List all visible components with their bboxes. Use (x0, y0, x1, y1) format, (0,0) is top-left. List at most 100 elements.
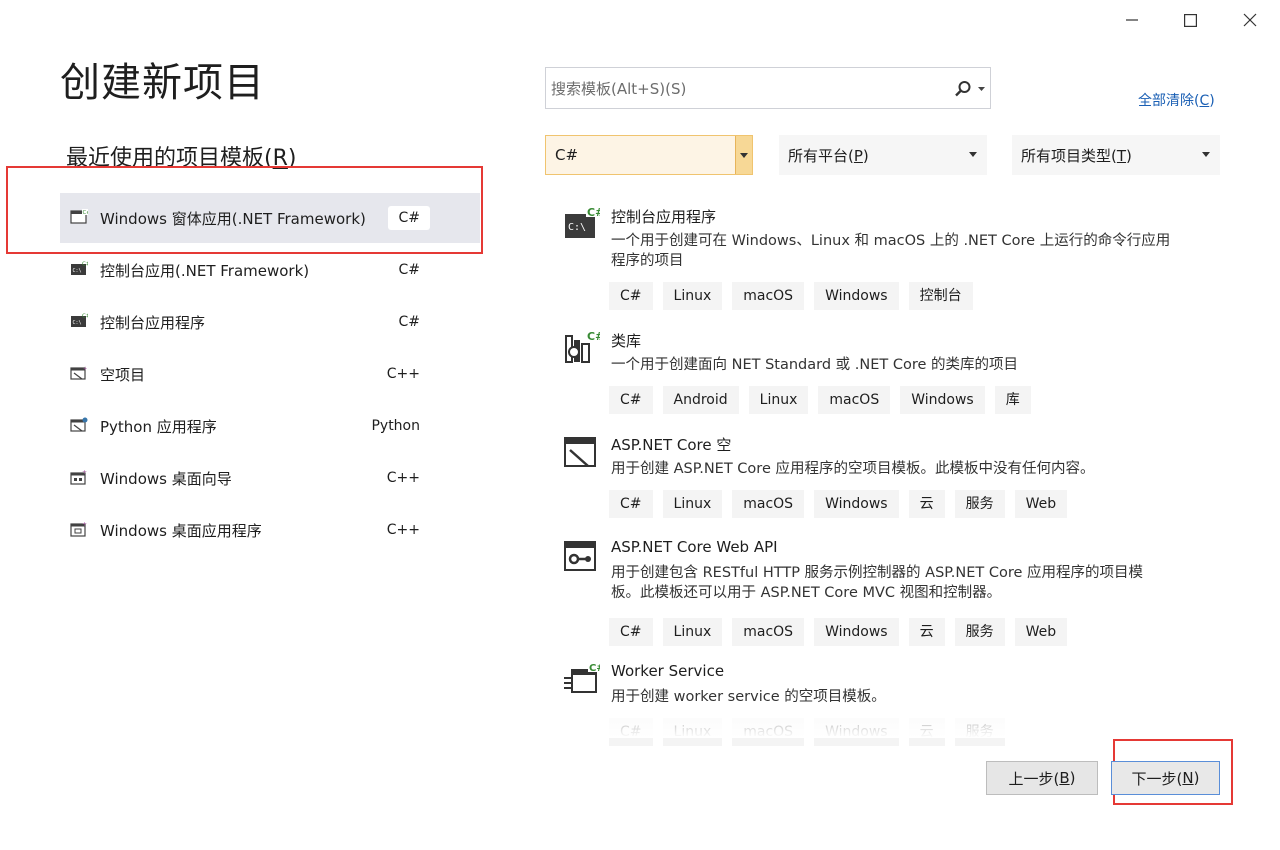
template-tag: 服务 (954, 618, 1005, 646)
template-description: 用于创建 ASP.NET Core 应用程序的空项目模板。此模板中没有任何内容。 (611, 461, 1095, 477)
search-icon[interactable] (954, 80, 972, 98)
platform-filter-dropdown[interactable]: 所有平台(P) (779, 135, 987, 175)
template-tag: Windows (814, 490, 899, 518)
template-tag: Android (662, 386, 739, 414)
svg-text:C:\: C:\ (73, 320, 82, 326)
recent-template-item[interactable]: C:\C#控制台应用程序C# (60, 297, 480, 347)
template-tag: macOS (732, 618, 805, 646)
template-tags: C# Linux macOS Windows 云服务 Web (609, 618, 1077, 646)
back-button[interactable]: 上一步(B) (986, 761, 1098, 795)
recent-template-item[interactable]: + 空项目 C++ (60, 349, 480, 399)
search-dropdown-caret-icon[interactable] (978, 87, 985, 91)
template-tag: Linux (662, 282, 723, 310)
worker-service-icon: C# (562, 662, 605, 698)
recent-template-label: Python 应用程序 (100, 417, 217, 436)
template-name: ASP.NET Core 空 (611, 436, 732, 454)
template-tag: 控制台 (908, 282, 973, 310)
page-title: 创建新项目 (60, 60, 265, 106)
project-type-filter-dropdown[interactable]: 所有项目类型(T) (1012, 135, 1220, 175)
recent-template-item[interactable]: Python 应用程序 Python (60, 401, 480, 451)
recent-template-label: 空项目 (100, 365, 146, 384)
template-search-box[interactable] (545, 67, 991, 109)
language-badge: C# (388, 258, 430, 282)
platform-filter-value: 所有平台(P) (788, 146, 869, 165)
minimize-button[interactable] (1109, 4, 1155, 36)
template-tag: Linux (662, 618, 723, 646)
template-tags: C# Android Linux macOS Windows 库 (609, 386, 1041, 414)
template-tag: 云 (908, 618, 945, 646)
template-item[interactable]: ASP.NET Core 空用于创建 ASP.NET Core 应用程序的空项目… (560, 434, 1200, 534)
template-tag: Windows (814, 282, 899, 310)
template-tag: Linux (748, 386, 809, 414)
template-tag: macOS (818, 386, 891, 414)
template-description: 一个用于创建面向 NET Standard 或 .NET Core 的类库的项目 (611, 357, 1019, 373)
console-app-icon: C:\C# (562, 206, 604, 242)
recent-template-item[interactable]: + Windows 桌面应用程序 C++ (60, 505, 480, 555)
template-tag: macOS (732, 490, 805, 518)
svg-text:C#: C# (82, 262, 88, 268)
template-tag: Windows (814, 618, 899, 646)
web-api-icon (562, 538, 600, 574)
template-description: 用于创建 worker service 的空项目模板。 (611, 689, 886, 705)
next-button[interactable]: 下一步(N) (1111, 761, 1220, 795)
template-tag: 库 (994, 386, 1031, 414)
svg-text:C#: C# (589, 663, 600, 674)
language-badge: C++ (376, 362, 430, 386)
language-badge: C# (388, 310, 430, 334)
recent-template-item[interactable]: + Windows 桌面向导 C++ (60, 453, 480, 503)
recent-template-label: 控制台应用程序 (100, 313, 206, 332)
language-filter-caret-box[interactable] (735, 136, 752, 174)
recent-template-label: 控制台应用(.NET Framework) (100, 261, 310, 280)
class-library-icon: C# (562, 330, 604, 366)
template-name: 控制台应用程序 (611, 208, 717, 226)
template-tags: C# Linux macOS Windows 云服务 Web (609, 490, 1077, 518)
minimize-icon (1126, 19, 1138, 21)
svg-text:+: + (83, 366, 87, 372)
console-icon: C:\C# (70, 313, 91, 331)
close-icon (1243, 13, 1257, 27)
svg-text:C:\: C:\ (73, 268, 82, 274)
template-list-fade (560, 712, 1210, 738)
svg-text:C#: C# (82, 314, 88, 320)
desktop-wizard-icon: + (70, 469, 88, 487)
template-item[interactable]: C:\C#控制台应用程序一个用于创建可在 Windows、Linux 和 mac… (560, 206, 1200, 310)
chevron-down-icon (1202, 152, 1210, 157)
recent-template-label: Windows 桌面向导 (100, 469, 232, 488)
svg-text:C#: C# (587, 206, 600, 219)
template-tag: Web (1014, 618, 1068, 646)
chevron-down-icon (740, 153, 748, 158)
template-description: 一个用于创建可在 Windows、Linux 和 macOS 上的 .NET C… (611, 233, 1171, 269)
recent-template-label: Windows 桌面应用程序 (100, 521, 262, 540)
template-tag: macOS (732, 282, 805, 310)
template-tag: Linux (662, 490, 723, 518)
svg-text:+: + (82, 521, 87, 528)
language-badge: Python (361, 414, 430, 438)
chevron-down-icon (969, 152, 977, 157)
project-type-filter-value: 所有项目类型(T) (1021, 146, 1132, 165)
empty-project-icon: + (70, 365, 88, 383)
template-tag: C# (609, 282, 653, 310)
search-input[interactable] (551, 78, 941, 100)
template-description: 用于创建包含 RESTful HTTP 服务示例控制器的 ASP.NET Cor… (611, 565, 1144, 601)
aspnet-empty-icon (562, 434, 600, 470)
language-filter-dropdown[interactable]: C# (545, 135, 753, 175)
template-tag: C# (609, 490, 653, 518)
template-tag: Web (1014, 490, 1068, 518)
svg-text:C:\: C:\ (568, 222, 586, 233)
python-app-icon (70, 417, 88, 435)
template-tag: C# (609, 386, 653, 414)
clear-all-link[interactable]: 全部清除(C) (1138, 90, 1215, 110)
template-item[interactable]: ASP.NET Core Web API 用于创建包含 RESTful HTTP … (560, 538, 1200, 646)
maximize-button[interactable] (1167, 4, 1213, 36)
close-button[interactable] (1227, 4, 1273, 36)
template-tags: C# Linux macOS Windows 控制台 (609, 282, 983, 310)
language-badge: C++ (376, 466, 430, 490)
template-name: Worker Service (611, 662, 725, 680)
language-filter-value: C# (555, 146, 579, 164)
highlight-box-selected-template (6, 166, 483, 254)
console-icon: C:\C# (70, 261, 91, 279)
desktop-app-icon: + (70, 521, 88, 539)
template-item[interactable]: C# 类库一个用于创建面向 NET Standard 或 .NET Core 的类… (560, 330, 1200, 430)
maximize-icon (1183, 13, 1197, 27)
template-name: ASP.NET Core Web API (611, 538, 778, 556)
